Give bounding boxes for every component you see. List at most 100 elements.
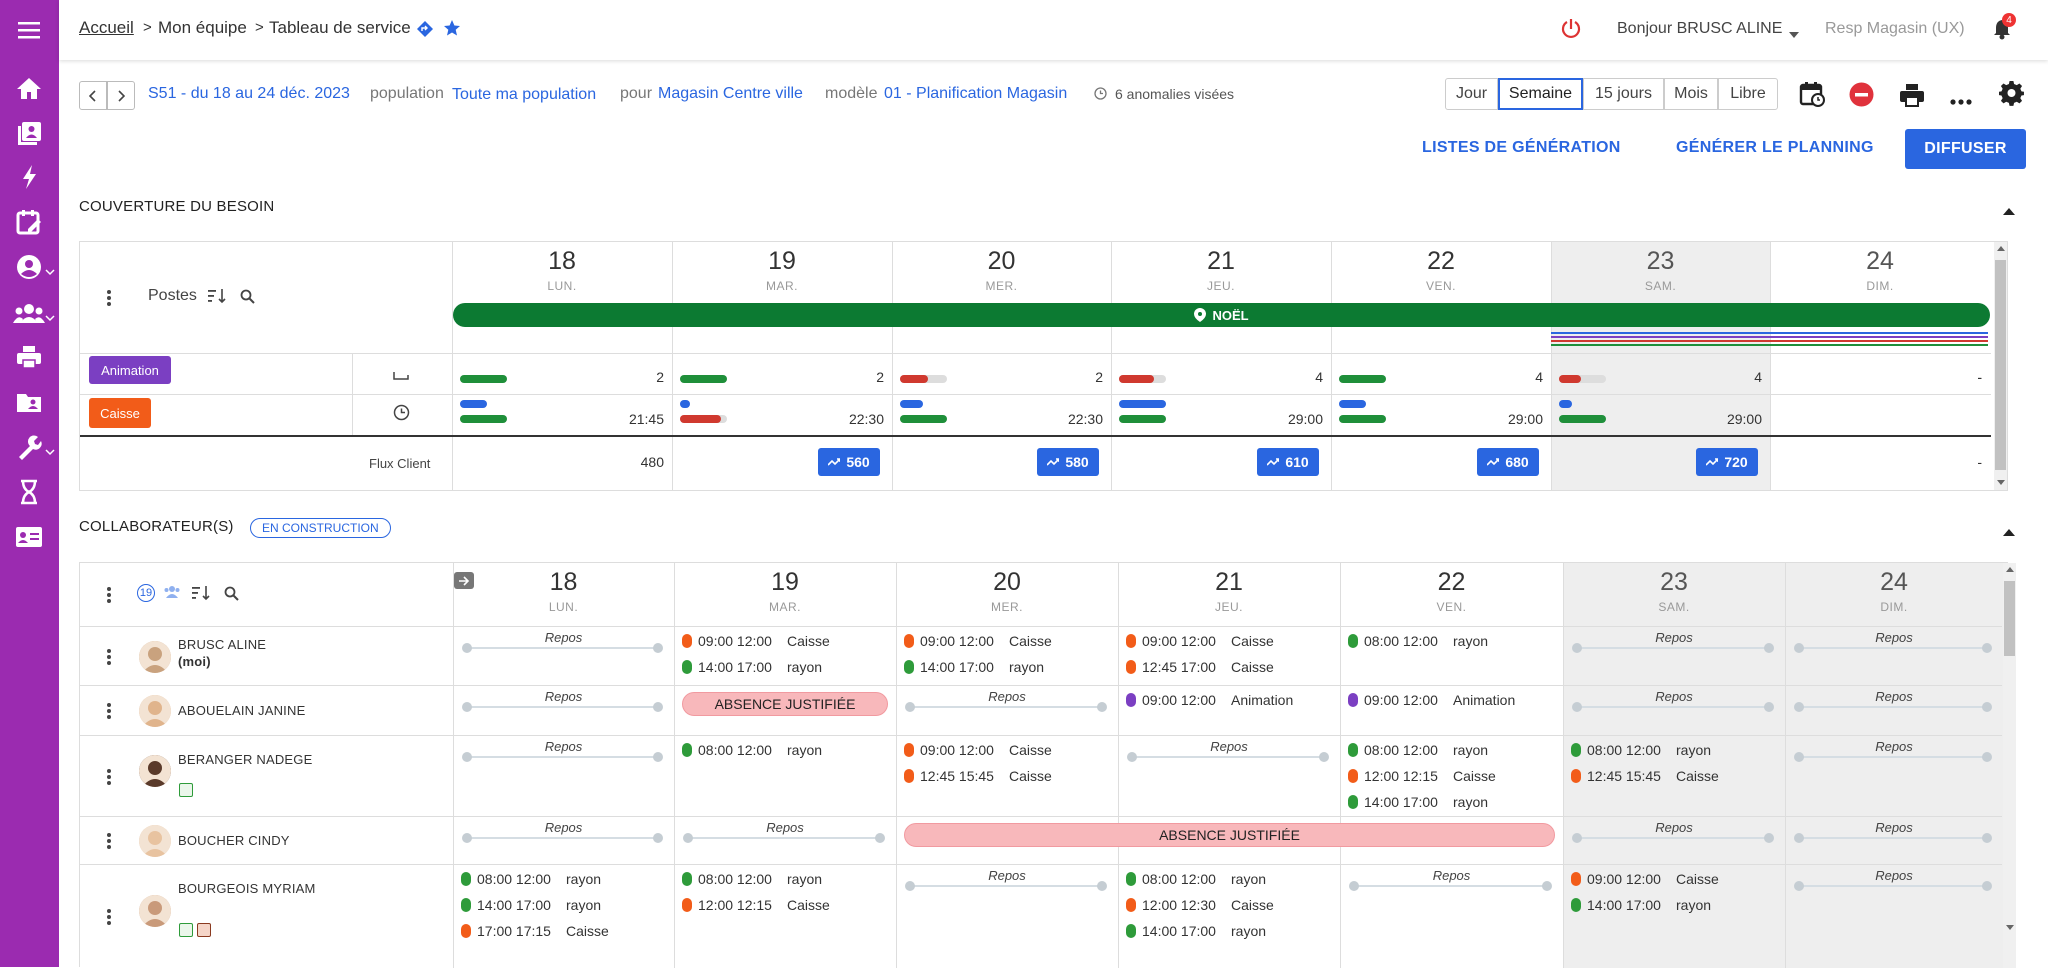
- star-icon[interactable]: [443, 19, 461, 42]
- calendar-edit-icon[interactable]: [14, 207, 44, 237]
- shift-job[interactable]: Caisse: [1231, 633, 1274, 649]
- shift-job[interactable]: Caisse: [1453, 768, 1496, 784]
- shift-time[interactable]: 08:00 12:00: [698, 742, 772, 758]
- count-badge[interactable]: 19: [137, 584, 155, 602]
- shift-time[interactable]: 08:00 12:00: [477, 871, 551, 887]
- view-day-button[interactable]: Jour: [1445, 78, 1498, 110]
- shift-time[interactable]: 08:00 12:00: [698, 871, 772, 887]
- collaborators-menu-icon[interactable]: [106, 586, 112, 604]
- shift-job[interactable]: rayon: [1453, 633, 1488, 649]
- repos-label[interactable]: Repos: [1340, 868, 1563, 883]
- shift-job[interactable]: rayon: [1231, 871, 1266, 887]
- row-menu-icon[interactable]: [106, 832, 112, 850]
- view-15days-button[interactable]: 15 jours: [1583, 78, 1664, 110]
- view-week-button[interactable]: Semaine: [1498, 78, 1583, 110]
- diamond-icon[interactable]: [416, 20, 434, 43]
- shift-job[interactable]: Caisse: [787, 897, 830, 913]
- repos-label[interactable]: Repos: [896, 868, 1118, 883]
- avatar[interactable]: [139, 754, 171, 787]
- settings-gear-icon[interactable]: [1999, 80, 2025, 111]
- sort-icon[interactable]: [208, 288, 228, 309]
- print-icon[interactable]: [1899, 83, 1925, 112]
- absence-bar[interactable]: ABSENCE JUSTIFIÉE: [682, 692, 888, 716]
- generate-planning-button[interactable]: GÉNÉRER LE PLANNING: [1676, 139, 1874, 157]
- repos-label[interactable]: Repos: [1785, 630, 2003, 645]
- row-menu-icon[interactable]: [106, 648, 112, 666]
- shift-job[interactable]: rayon: [1009, 659, 1044, 675]
- shift-time[interactable]: 12:00 12:30: [1142, 897, 1216, 913]
- shift-time[interactable]: 14:00 17:00: [1364, 794, 1438, 810]
- shift-job[interactable]: Caisse: [1676, 768, 1719, 784]
- shift-time[interactable]: 09:00 12:00: [1142, 692, 1216, 708]
- home-icon[interactable]: [14, 73, 44, 103]
- shift-job[interactable]: rayon: [787, 871, 822, 887]
- shift-time[interactable]: 14:00 17:00: [1142, 923, 1216, 939]
- breadcrumb-home[interactable]: Accueil: [79, 18, 134, 38]
- shift-job[interactable]: rayon: [566, 871, 601, 887]
- view-free-button[interactable]: Libre: [1718, 78, 1778, 110]
- anomalies-info[interactable]: 6 anomalies visées: [1115, 86, 1234, 102]
- shift-job[interactable]: rayon: [1676, 742, 1711, 758]
- shift-job[interactable]: Caisse: [1676, 871, 1719, 887]
- hourglass-icon[interactable]: [14, 477, 44, 507]
- population-selector[interactable]: Toute ma population: [452, 86, 596, 104]
- repos-label[interactable]: Repos: [1785, 739, 2003, 754]
- collaborators-scrollbar[interactable]: [2003, 563, 2016, 968]
- shift-job[interactable]: rayon: [1676, 897, 1711, 913]
- repos-label[interactable]: Repos: [1563, 630, 1785, 645]
- calendar-sync-icon[interactable]: [1799, 81, 1825, 112]
- publish-button[interactable]: DIFFUSER: [1905, 129, 2026, 169]
- avatar[interactable]: [139, 894, 171, 927]
- store-selector[interactable]: Magasin Centre ville: [658, 85, 803, 103]
- shift-job[interactable]: Caisse: [566, 923, 609, 939]
- shift-time[interactable]: 14:00 17:00: [477, 897, 551, 913]
- shift-job[interactable]: Animation: [1231, 692, 1293, 708]
- shift-time[interactable]: 08:00 12:00: [1364, 742, 1438, 758]
- collapse-icon[interactable]: [2003, 202, 2015, 220]
- person-name[interactable]: BOUCHER CINDY: [178, 833, 290, 848]
- repos-label[interactable]: Repos: [1563, 820, 1785, 835]
- flux-trend-button[interactable]: 610: [1257, 448, 1319, 476]
- shift-time[interactable]: 09:00 12:00: [698, 633, 772, 649]
- shift-time[interactable]: 14:00 17:00: [920, 659, 994, 675]
- coverage-scrollbar[interactable]: [1994, 242, 2007, 490]
- group-icon[interactable]: [163, 585, 181, 604]
- shift-time[interactable]: 08:00 12:00: [1587, 742, 1661, 758]
- view-month-button[interactable]: Mois: [1664, 78, 1718, 110]
- shift-job[interactable]: rayon: [1231, 923, 1266, 939]
- shift-job[interactable]: rayon: [787, 742, 822, 758]
- shift-time[interactable]: 14:00 17:00: [1587, 897, 1661, 913]
- flux-trend-button[interactable]: 680: [1477, 448, 1539, 476]
- flash-icon[interactable]: [14, 162, 44, 192]
- shift-time[interactable]: 09:00 12:00: [1587, 871, 1661, 887]
- menu-icon[interactable]: [14, 15, 44, 45]
- power-icon[interactable]: [1560, 18, 1582, 45]
- shift-time[interactable]: 08:00 12:00: [1142, 871, 1216, 887]
- repos-label[interactable]: Repos: [1563, 689, 1785, 704]
- repos-label[interactable]: Repos: [1785, 868, 2003, 883]
- shift-job[interactable]: Caisse: [787, 633, 830, 649]
- model-selector[interactable]: 01 - Planification Magasin: [884, 85, 1067, 103]
- shift-job[interactable]: Caisse: [1231, 897, 1274, 913]
- repos-label[interactable]: Repos: [453, 689, 674, 704]
- breadcrumb-team[interactable]: Mon équipe: [158, 18, 247, 38]
- user-greeting[interactable]: Bonjour BRUSC ALINE: [1617, 20, 1782, 38]
- repos-label[interactable]: Repos: [1118, 739, 1340, 754]
- repos-label[interactable]: Repos: [453, 630, 674, 645]
- shift-job[interactable]: rayon: [787, 659, 822, 675]
- search-icon[interactable]: [224, 586, 239, 606]
- postes-menu-icon[interactable]: [106, 289, 112, 307]
- id-card-icon[interactable]: [14, 522, 44, 552]
- avatar[interactable]: [139, 640, 171, 673]
- shift-time[interactable]: 12:45 15:45: [1587, 768, 1661, 784]
- shift-job[interactable]: rayon: [1453, 794, 1488, 810]
- person-name[interactable]: BERANGER NADEGE: [178, 752, 312, 767]
- shift-job[interactable]: Caisse: [1009, 633, 1052, 649]
- shift-time[interactable]: 09:00 12:00: [920, 633, 994, 649]
- holiday-banner[interactable]: NOËL: [453, 303, 1990, 327]
- flux-trend-button[interactable]: 580: [1037, 448, 1099, 476]
- flux-trend-button[interactable]: 560: [818, 448, 880, 476]
- folder-account-icon[interactable]: [14, 387, 44, 417]
- account-circle-icon[interactable]: [14, 252, 44, 282]
- shift-job[interactable]: Caisse: [1009, 768, 1052, 784]
